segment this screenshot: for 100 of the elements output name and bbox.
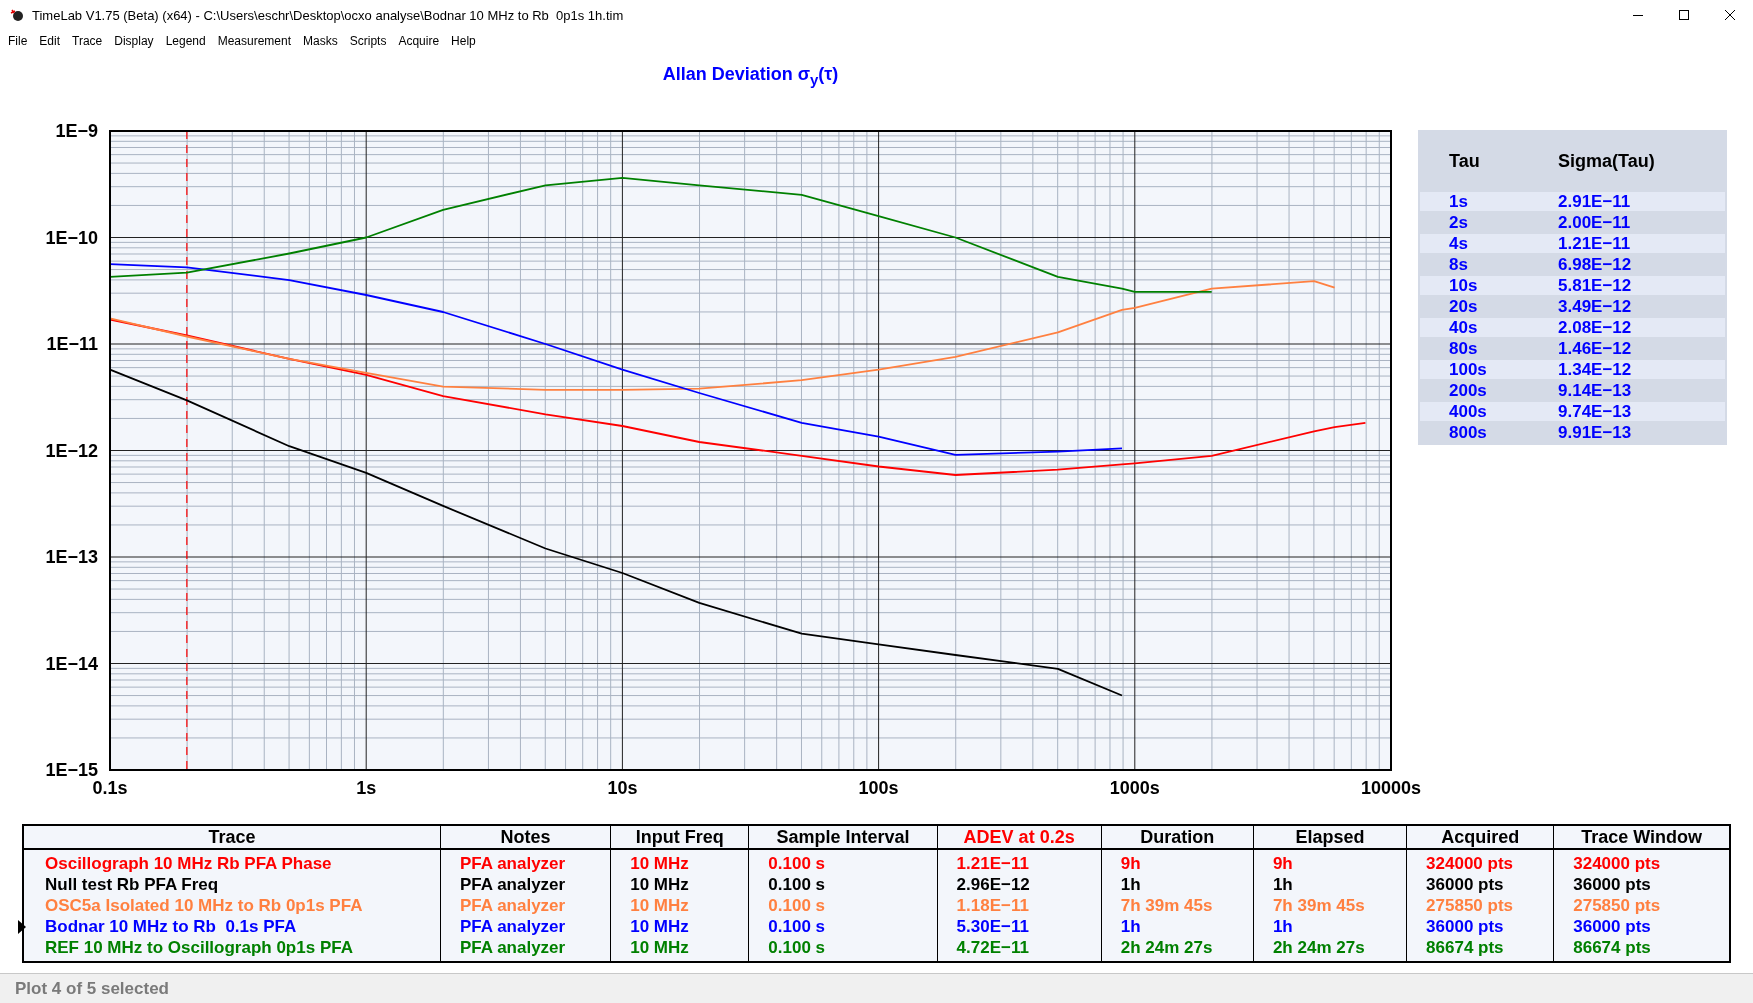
table-cell: 0.100 s [768, 854, 826, 873]
table-cell: 10 MHz [630, 938, 689, 957]
axis-tick-label: 100s [858, 778, 899, 798]
axis-tick-label: 10s [607, 778, 638, 798]
table-cell: 9h [1120, 854, 1141, 873]
axis-tick-label: 1E−15 [45, 760, 98, 780]
menu-item[interactable]: Acquire [392, 34, 446, 48]
menu-item[interactable]: Measurement [211, 34, 298, 48]
table-cell: 36000 pts [1426, 875, 1504, 894]
table-cell: 1h [1272, 875, 1293, 894]
minimize-icon [1633, 14, 1643, 16]
close-icon [1725, 10, 1735, 20]
axis-tick-label: 1E−14 [45, 653, 98, 674]
table-cell: 36000 pts [1573, 917, 1651, 936]
trace-name[interactable]: Oscillograph 10 MHz Rb PFA Phase [45, 854, 332, 873]
tau-value: 4s [1448, 233, 1469, 254]
trace-name[interactable]: Null test Rb PFA Freq [45, 875, 219, 894]
table-cell: 36000 pts [1426, 917, 1504, 936]
sigma-value: 1.34E−12 [1558, 359, 1632, 380]
axis-tick-label: 1E−9 [55, 121, 98, 141]
table-cell: 2.96E−12 [956, 875, 1030, 894]
table-cell: 0.100 s [768, 917, 826, 936]
maximize-icon [1679, 10, 1689, 20]
axis-tick-label: 1000s [1109, 778, 1160, 798]
axis-tick-label: 10000s [1360, 778, 1422, 798]
column-header: Trace [23, 825, 441, 849]
table-cell: PFA analyzer [460, 875, 566, 894]
table-cell: PFA analyzer [460, 917, 566, 936]
sigma-value: 2.91E−11 [1558, 191, 1631, 212]
table-cell: 9h [1272, 854, 1293, 873]
menu-item[interactable]: Help [445, 34, 482, 48]
table-cell: 2h 24m 27s [1120, 938, 1213, 957]
axis-tick-label: 1E−13 [45, 547, 98, 567]
sigma-value: 6.98E−12 [1558, 254, 1632, 275]
column-header: Sigma(Tau) [1558, 150, 1655, 172]
table-cell: 1h [1272, 917, 1293, 936]
sigma-value: 2.00E−11 [1558, 212, 1631, 233]
table-cell: 5.30E−11 [956, 917, 1029, 936]
table-cell: 275850 pts [1573, 896, 1661, 915]
column-header: Sample Interval [748, 825, 938, 849]
table-cell: 86674 pts [1573, 938, 1651, 957]
axis-tick-label: 1s [356, 778, 377, 798]
table-cell: 36000 pts [1573, 875, 1651, 894]
sigma-value: 2.08E−12 [1558, 317, 1632, 338]
axis-tick-label: 0.1s [92, 778, 128, 798]
column-header: Tau [1448, 150, 1481, 172]
table-cell: 275850 pts [1426, 896, 1514, 915]
table-cell: 0.100 s [768, 938, 826, 957]
menu-item[interactable]: File [2, 34, 34, 48]
sigma-value: 9.14E−13 [1558, 380, 1632, 401]
table-cell: 10 MHz [630, 917, 689, 936]
menu-item[interactable]: Display [108, 34, 160, 48]
menu-item[interactable]: Legend [159, 34, 212, 48]
tau-value: 80s [1448, 338, 1479, 359]
window-title: TimeLab V1.75 (Beta) (x64) - C:\Users\eschr\Desktop\ocxo analyse\Bodnar 10 MHz to Rb 0p1s 1h.tim [32, 7, 624, 23]
tau-value: 20s [1448, 296, 1479, 317]
tau-value: 2s [1448, 212, 1469, 233]
menu-item[interactable]: Trace [66, 34, 109, 48]
sigma-value: 9.74E−13 [1558, 401, 1632, 422]
tau-value: 1s [1448, 191, 1469, 212]
menu-item[interactable]: Edit [33, 34, 67, 48]
table-cell: 4.72E−11 [956, 938, 1029, 957]
menu-item[interactable]: Scripts [343, 34, 393, 48]
table-cell: PFA analyzer [460, 854, 566, 873]
trace-name[interactable]: REF 10 MHz to Oscillograph 0p1s PFA [45, 938, 353, 957]
table-cell: 7h 39m 45s [1120, 896, 1213, 915]
table-cell: 0.100 s [768, 875, 826, 894]
tau-value: 8s [1448, 254, 1469, 275]
table-cell: PFA analyzer [460, 896, 566, 915]
tau-value: 10s [1448, 275, 1479, 296]
tau-value: 40s [1448, 317, 1479, 338]
tau-value: 800s [1448, 422, 1488, 443]
table-cell: 2h 24m 27s [1272, 938, 1365, 957]
column-header: Elapsed [1253, 825, 1407, 849]
table-cell: 1.21E−11 [956, 854, 1029, 873]
tau-value: 200s [1448, 380, 1488, 401]
table-cell: 0.100 s [768, 896, 826, 915]
table-cell: PFA analyzer [460, 938, 566, 957]
tau-value: 100s [1448, 359, 1488, 380]
column-header: Notes [440, 825, 611, 849]
sigma-value: 1.21E−11 [1558, 233, 1631, 254]
table-cell: 324000 pts [1573, 854, 1661, 873]
tau-value: 400s [1448, 401, 1488, 422]
column-header: Input Freq [610, 825, 749, 849]
sigma-value: 9.91E−13 [1558, 422, 1632, 443]
table-cell: 10 MHz [630, 875, 689, 894]
column-header: Acquired [1406, 825, 1554, 849]
table-cell: 86674 pts [1426, 938, 1504, 957]
table-cell: 10 MHz [630, 854, 689, 873]
column-header: ADEV at 0.2s [937, 825, 1102, 849]
axis-tick-label: 1E−12 [45, 440, 98, 461]
menu-item[interactable]: Masks [297, 34, 344, 48]
chart-title: Allan Deviation σ$_{y}$(τ) [662, 64, 839, 88]
column-header: Duration [1101, 825, 1254, 849]
table-cell: 7h 39m 45s [1272, 896, 1365, 915]
app-icon [10, 8, 24, 22]
trace-name[interactable]: Bodnar 10 MHz to Rb 0.1s PFA [45, 917, 297, 936]
table-cell: 1h [1120, 917, 1141, 936]
sigma-value: 3.49E−12 [1558, 296, 1632, 317]
sigma-value: 5.81E−12 [1558, 275, 1632, 296]
